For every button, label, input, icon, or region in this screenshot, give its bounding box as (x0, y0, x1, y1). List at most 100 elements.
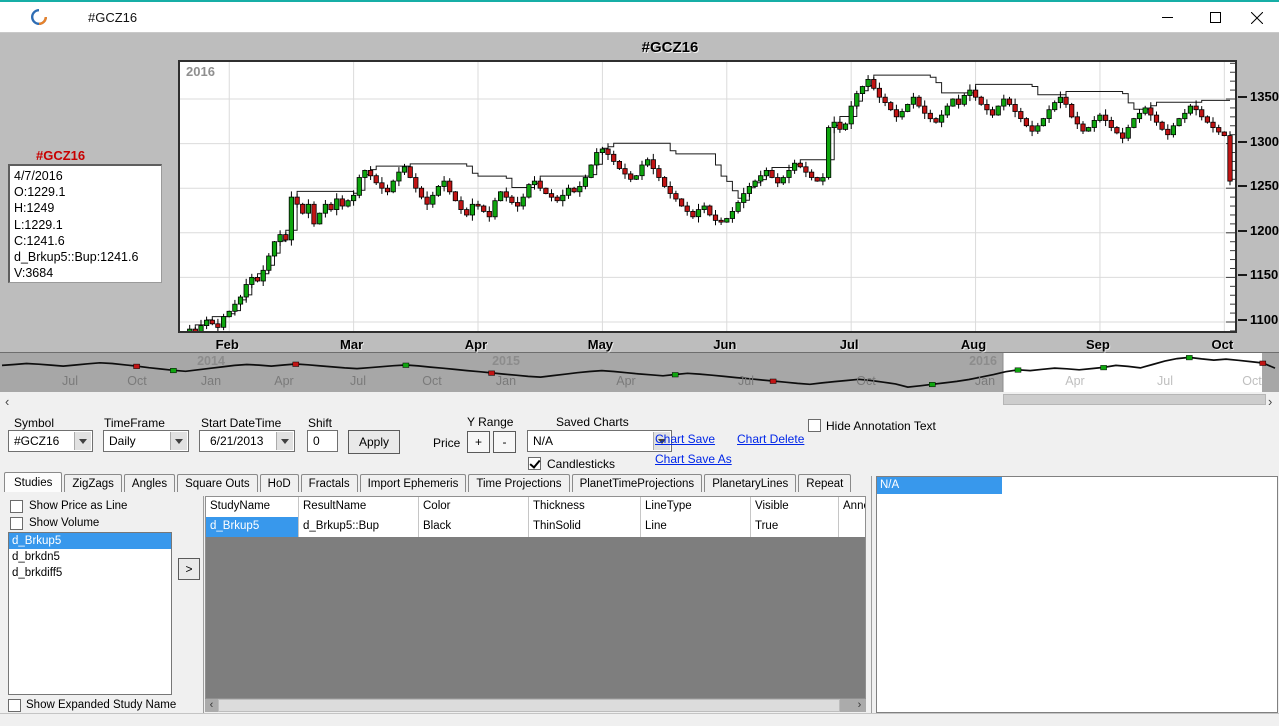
info-line: 4/7/2016 (14, 168, 157, 184)
minimize-button[interactable] (1144, 2, 1190, 33)
add-study-button[interactable]: > (178, 558, 200, 580)
saved-charts-label: Saved Charts (556, 415, 629, 429)
scroll-left-icon[interactable]: ‹ (205, 699, 218, 712)
shift-label: Shift (308, 416, 332, 430)
column-header-resultname: ResultName (299, 497, 419, 517)
tab-hod[interactable]: HoD (260, 474, 299, 492)
timeframe-combo[interactable]: Daily (103, 430, 189, 452)
y-axis-label: 1250 (1250, 178, 1279, 193)
app-icon (30, 8, 48, 31)
cell-resultname[interactable]: d_Brkup5::Bup (299, 517, 419, 537)
overview-month-label: Jul (338, 374, 378, 388)
chevron-down-icon[interactable] (74, 432, 91, 450)
timeframe-label: TimeFrame (104, 416, 165, 430)
overview-month-label: Apr (606, 374, 646, 388)
overview-month-label: Jan (965, 374, 1005, 388)
candlestick-svg (180, 62, 1235, 331)
cell-visible[interactable]: True (751, 517, 839, 537)
annotation-item[interactable]: N/A (877, 477, 1002, 494)
symbol-label: Symbol (14, 416, 54, 430)
column-header-thickness: Thickness (529, 497, 641, 517)
close-button[interactable] (1234, 2, 1279, 33)
x-axis-label: Mar (330, 337, 374, 352)
info-line: V:3684 (14, 265, 157, 281)
overview-month-label: Oct (412, 374, 452, 388)
tab-zigzags[interactable]: ZigZags (64, 474, 122, 492)
tab-import-ephemeris[interactable]: Import Ephemeris (360, 474, 467, 492)
cell-linetype[interactable]: Line (641, 517, 751, 537)
maximize-button[interactable] (1192, 2, 1238, 33)
chevron-down-icon[interactable] (276, 432, 293, 450)
tab-square-outs[interactable]: Square Outs (177, 474, 258, 492)
hide-annotation-label: Hide Annotation Text (826, 419, 936, 433)
start-datetime-label: Start DateTime (201, 416, 281, 430)
cell-color[interactable]: Black (419, 517, 529, 537)
overview-month-label: Jul (1145, 374, 1185, 388)
cell-thickness[interactable]: ThinSolid (529, 517, 641, 537)
y-axis-label: 1200 (1250, 223, 1279, 238)
main-chart-plot[interactable] (178, 60, 1237, 333)
overview-year-label: 2015 (484, 354, 528, 368)
overview-month-label: Apr (264, 374, 304, 388)
cell-studyname[interactable]: d_Brkup5 (206, 517, 299, 537)
saved-charts-combo[interactable]: N/A (527, 430, 672, 452)
saved-charts-value: N/A (533, 434, 553, 448)
plot-year-label: 2016 (186, 64, 215, 79)
study-item-d_brkdn5[interactable]: d_brkdn5 (9, 549, 171, 565)
panel-divider (203, 496, 204, 713)
tab-studies[interactable]: Studies (4, 472, 62, 492)
tab-repeat[interactable]: Repeat (798, 474, 851, 492)
tab-angles[interactable]: Angles (124, 474, 175, 492)
apply-button[interactable]: Apply (348, 430, 400, 454)
candlesticks-checkbox[interactable] (528, 457, 541, 470)
x-axis-label: Jul (827, 337, 871, 352)
y-axis-tick (1238, 230, 1247, 232)
show-price-as-line-checkbox[interactable] (10, 500, 23, 513)
x-axis-label: Feb (205, 337, 249, 352)
x-axis-label: May (578, 337, 622, 352)
show-volume-checkbox[interactable] (10, 517, 23, 530)
cell-annotationname[interactable] (839, 517, 866, 537)
chart-save-link[interactable]: Chart Save (655, 432, 715, 446)
info-line: O:1229.1 (14, 184, 157, 200)
tab-planetarylines[interactable]: PlanetaryLines (704, 474, 796, 492)
tab-time-projections[interactable]: Time Projections (468, 474, 569, 492)
ohlc-info-panel: 4/7/2016O:1229.1H:1249L:1229.1C:1241.6d_… (8, 164, 162, 283)
yrange-plus-button[interactable]: + (467, 431, 490, 453)
info-line: H:1249 (14, 200, 157, 216)
overview-scroll-thumb[interactable] (1003, 394, 1266, 405)
chevron-down-icon[interactable] (170, 432, 187, 450)
overview-month-label: Jul (50, 374, 90, 388)
symbol-combo-value: #GCZ16 (14, 434, 59, 448)
start-datetime-combo[interactable]: 6/21/2013 (199, 430, 295, 452)
panel-divider (871, 476, 872, 713)
show-expanded-study-name-checkbox[interactable] (8, 699, 21, 712)
overview-month-label: Oct (1232, 374, 1272, 388)
scroll-right-icon[interactable]: › (1268, 394, 1272, 409)
yrange-minus-button[interactable]: - (493, 431, 516, 453)
y-axis-tick (1238, 319, 1247, 321)
table-scroll-thumb[interactable] (218, 699, 840, 712)
y-axis-label: 1100 (1250, 312, 1278, 327)
bottom-divider (0, 713, 1279, 714)
title-bar[interactable]: #GCZ16 (0, 2, 1279, 33)
hide-annotation-checkbox[interactable] (808, 419, 821, 432)
chart-delete-link[interactable]: Chart Delete (737, 432, 804, 446)
overview-year-label: 2014 (189, 354, 233, 368)
tab-planettimeprojections[interactable]: PlanetTimeProjections (572, 474, 703, 492)
show-volume-label: Show Volume (29, 517, 99, 529)
table-hscrollbar[interactable]: ‹ › (205, 699, 866, 712)
study-item-d_brkdiff5[interactable]: d_brkdiff5 (9, 565, 171, 581)
scroll-right-icon[interactable]: › (853, 699, 866, 712)
symbol-combo[interactable]: #GCZ16 (8, 430, 93, 452)
info-line: L:1229.1 (14, 217, 157, 233)
column-header-studyname: StudyName (206, 497, 299, 517)
column-header-color: Color (419, 497, 529, 517)
chart-save-as-link[interactable]: Chart Save As (655, 452, 732, 466)
scroll-left-icon[interactable]: ‹ (5, 394, 9, 409)
overview-month-label: Jul (726, 374, 766, 388)
shift-input[interactable]: 0 (307, 430, 338, 452)
study-item-d_brkup5[interactable]: d_Brkup5 (9, 533, 171, 549)
tab-fractals[interactable]: Fractals (301, 474, 358, 492)
y-axis-label: 1350 (1250, 89, 1279, 104)
